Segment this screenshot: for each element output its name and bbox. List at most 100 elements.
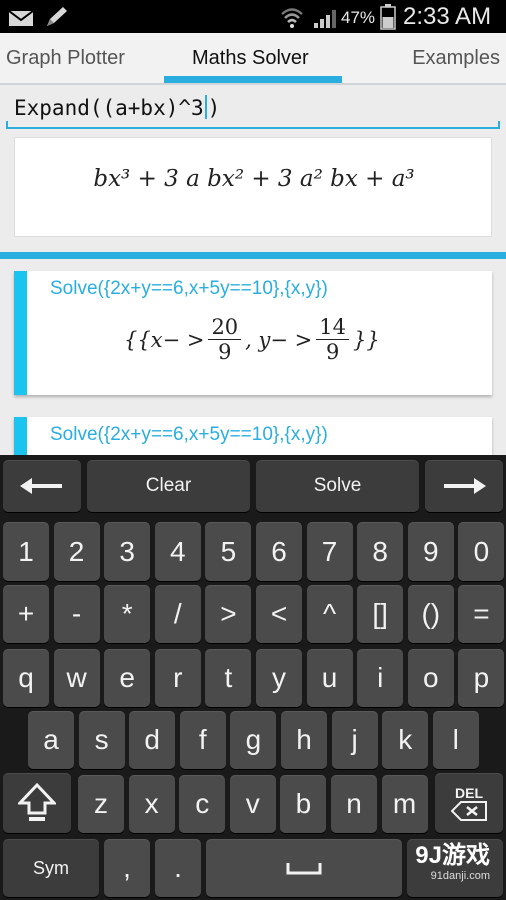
battery-icon [380, 4, 396, 30]
key[interactable]: k [382, 711, 429, 769]
active-tab-indicator [164, 76, 342, 83]
watermark-brand: 9J游戏 [415, 842, 490, 869]
app-root: 47% 2:33 AM Graph Plotter Maths Solver E… [0, 0, 506, 900]
key[interactable]: 8 [357, 522, 404, 581]
key[interactable]: t [205, 649, 252, 707]
key[interactable]: 1 [3, 522, 49, 581]
key[interactable]: j [331, 711, 378, 769]
x-fraction: 20 9 [208, 315, 242, 364]
delete-key[interactable]: DEL [435, 773, 503, 833]
key[interactable]: ^ [306, 585, 353, 643]
solver-panel: Expand((a+bx)^3) bx³ + 3 a bx² + 3 a² bx… [0, 85, 506, 455]
key[interactable]: 4 [154, 522, 201, 581]
space-key[interactable] [206, 839, 402, 897]
tab-graph-plotter[interactable]: Graph Plotter [6, 47, 125, 70]
result-box: bx³ + 3 a bx² + 3 a² bx + a³ [14, 137, 492, 237]
key[interactable]: i [357, 649, 404, 707]
tab-maths-solver[interactable]: Maths Solver [192, 47, 309, 70]
watermark-site: 91danji.com [430, 870, 490, 882]
key[interactable]: l [432, 711, 479, 769]
key[interactable]: c [179, 775, 226, 833]
clear-button[interactable]: Clear [87, 460, 250, 512]
history-answer: {{x− > 20 9 , y− > 14 9 }} [124, 315, 380, 364]
signal-icon [314, 10, 336, 28]
tab-bar: Graph Plotter Maths Solver Examples [0, 33, 506, 85]
status-bar: 47% 2:33 AM [0, 0, 506, 33]
key[interactable]: z [78, 775, 124, 833]
key[interactable]: - [53, 585, 100, 643]
key[interactable]: m [381, 775, 428, 833]
tab-examples[interactable]: Examples [412, 47, 500, 70]
card-accent [14, 271, 27, 395]
key[interactable]: u [306, 649, 353, 707]
key[interactable]: () [407, 585, 454, 643]
key[interactable]: y [256, 649, 302, 707]
cursor-right-key[interactable] [425, 460, 503, 512]
y-denominator: 9 [325, 340, 340, 364]
history-card[interactable]: Solve({2x+y==6,x+5y==10},{x,y}) [14, 417, 492, 455]
input-text-after-cursor: ) [207, 96, 221, 120]
result-expression-text: bx³ + 3 a bx² + 3 a² bx + a³ [93, 166, 415, 192]
key[interactable]: v [229, 775, 276, 833]
mail-icon [8, 10, 34, 26]
key[interactable]: + [3, 585, 49, 643]
battery-percent: 47% [341, 8, 376, 27]
input-underline [6, 121, 500, 129]
history-query: Solve({2x+y==6,x+5y==10},{x,y}) [50, 424, 328, 445]
key[interactable]: [] [357, 585, 404, 643]
key[interactable]: r [154, 649, 201, 707]
answer-prefix: {{x− > [124, 327, 205, 352]
key[interactable]: 0 [458, 522, 505, 581]
card-accent [14, 417, 27, 455]
period-key[interactable]: . [155, 839, 201, 897]
key[interactable]: o [407, 649, 454, 707]
key[interactable]: 2 [53, 522, 100, 581]
key[interactable]: n [331, 775, 377, 833]
key[interactable]: / [154, 585, 201, 643]
key[interactable]: b [280, 775, 327, 833]
key[interactable]: x [128, 775, 175, 833]
y-fraction: 14 9 [316, 315, 349, 364]
key[interactable]: g [230, 711, 277, 769]
answer-suffix: }} [353, 327, 380, 352]
expression-input[interactable]: Expand((a+bx)^3) [14, 95, 500, 129]
key[interactable]: w [53, 649, 100, 707]
arrow-left-icon [20, 478, 62, 494]
y-numerator: 14 [316, 315, 349, 340]
key[interactable]: 3 [104, 522, 151, 581]
history-separator [0, 252, 506, 259]
cursor-left-key[interactable] [3, 460, 81, 512]
key[interactable]: p [458, 649, 505, 707]
symbols-key[interactable]: Sym [3, 839, 99, 897]
answer-mid: , y− > [245, 327, 313, 352]
history-query: Solve({2x+y==6,x+5y==10},{x,y}) [50, 278, 328, 299]
key[interactable]: s [78, 711, 125, 769]
key[interactable]: * [104, 585, 151, 643]
key[interactable]: 9 [407, 522, 454, 581]
key[interactable]: h [281, 711, 327, 769]
pencil-icon [47, 7, 67, 26]
key[interactable]: q [3, 649, 49, 707]
space-bar-icon [286, 863, 322, 875]
wifi-icon [281, 8, 303, 28]
comma-key[interactable]: , [104, 839, 150, 897]
backspace-icon [451, 801, 487, 821]
key[interactable]: 7 [306, 522, 353, 581]
x-denominator: 9 [218, 340, 232, 364]
key[interactable]: < [256, 585, 302, 643]
key[interactable]: 6 [256, 522, 302, 581]
shift-icon [18, 783, 56, 821]
key[interactable]: = [458, 585, 505, 643]
key[interactable]: f [179, 711, 226, 769]
key[interactable]: e [104, 649, 151, 707]
solve-button[interactable]: Solve [256, 460, 419, 512]
history-card[interactable]: Solve({2x+y==6,x+5y==10},{x,y}) {{x− > 2… [14, 271, 492, 395]
shift-key[interactable] [3, 773, 71, 833]
key[interactable]: > [205, 585, 252, 643]
key[interactable]: 5 [205, 522, 252, 581]
result-expression: bx³ + 3 a bx² + 3 a² bx + a³ [15, 166, 493, 192]
delete-label: DEL [455, 785, 483, 801]
arrow-right-icon [444, 478, 486, 494]
key[interactable]: a [28, 711, 74, 769]
key[interactable]: d [129, 711, 176, 769]
